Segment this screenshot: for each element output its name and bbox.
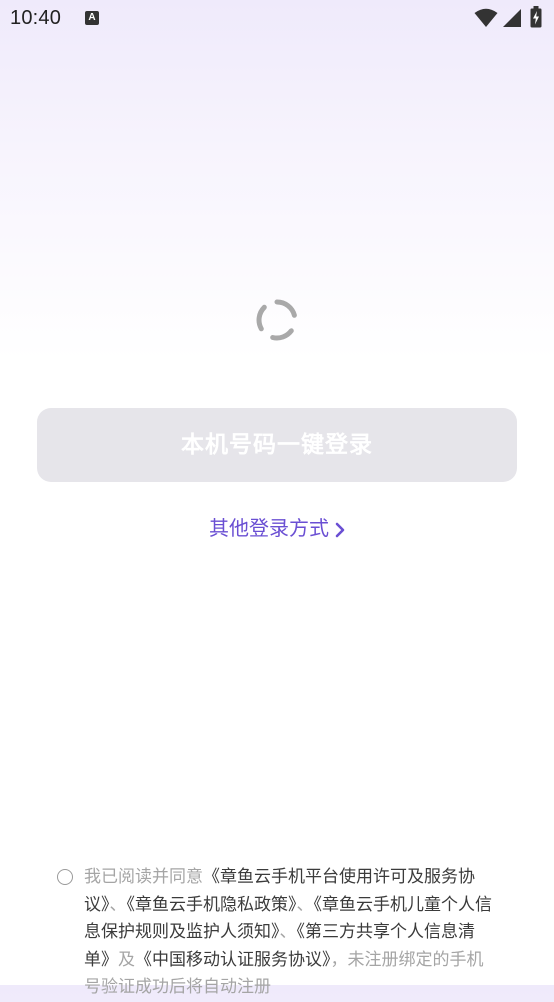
- agreement-separator: 、: [296, 894, 314, 915]
- other-login-methods-label: 其他登录方式: [209, 516, 329, 540]
- status-bar: 10:40 A: [0, 0, 554, 40]
- agreement-separator: 、: [109, 894, 127, 915]
- agreement-conjunction: 及: [118, 949, 135, 970]
- font-a-icon: A: [85, 11, 99, 25]
- notification-letter: A: [88, 12, 96, 23]
- agreement-checkbox[interactable]: [57, 869, 73, 885]
- status-time: 10:40: [10, 7, 62, 29]
- signal-icon: [503, 9, 521, 27]
- agreement-prefix: 我已阅读并同意: [84, 867, 203, 887]
- wifi-icon: [474, 8, 498, 27]
- china-mobile-auth-agreement-link[interactable]: 《中国移动认证服务协议》: [135, 950, 331, 970]
- other-login-methods-link[interactable]: 其他登录方式: [0, 512, 554, 541]
- agreement-separator: 、: [279, 922, 297, 942]
- privacy-policy-link[interactable]: 《章鱼云手机隐私政策》: [127, 895, 297, 915]
- spinner-icon: [256, 299, 297, 341]
- one-click-login-button[interactable]: 本机号码一键登录: [37, 408, 517, 482]
- battery-charging-icon: [530, 6, 542, 28]
- chevron-right-icon: [335, 522, 345, 537]
- agreement-text: 我已阅读并同意《章鱼云手机平台使用许可及服务协议》、《章鱼云手机隐私政策》、《章…: [84, 864, 496, 1002]
